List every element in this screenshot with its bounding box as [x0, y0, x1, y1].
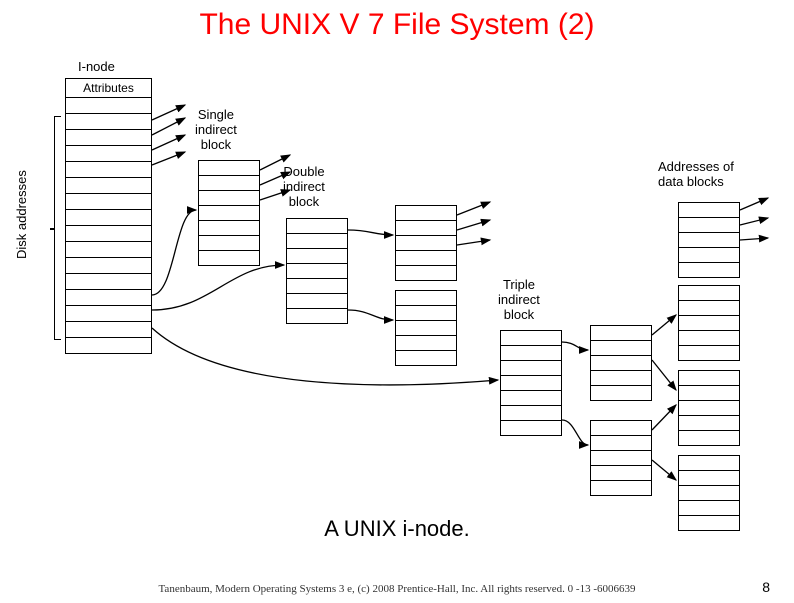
data-block-1 — [678, 202, 740, 278]
slide-caption: A UNIX i-node. — [0, 516, 794, 542]
inode-diagram: I-node Single indirect block Double indi… — [0, 60, 794, 510]
double-stage2-b — [395, 290, 457, 366]
double-indirect-block — [286, 218, 348, 324]
label-inode: I-node — [78, 60, 115, 75]
inode-block: Attributes — [65, 78, 152, 354]
disk-addresses-brace — [54, 116, 61, 340]
triple-stage2-a — [590, 325, 652, 401]
triple-stage2-b — [590, 420, 652, 496]
label-triple-indirect: Triple indirect block — [498, 278, 540, 323]
single-indirect-block — [198, 160, 260, 266]
attributes-row: Attributes — [66, 79, 151, 98]
page-number: 8 — [762, 579, 770, 595]
data-block-2 — [678, 285, 740, 361]
slide-title: The UNIX V 7 File System (2) — [0, 8, 794, 42]
double-stage2-a — [395, 205, 457, 281]
label-disk-addresses: Disk addresses — [14, 150, 29, 280]
label-single-indirect: Single indirect block — [195, 108, 237, 153]
slide-footer: Tanenbaum, Modern Operating Systems 3 e,… — [0, 583, 794, 595]
label-addresses-data-blocks: Addresses of data blocks — [658, 160, 734, 190]
triple-indirect-block — [500, 330, 562, 436]
data-block-3 — [678, 370, 740, 446]
label-double-indirect: Double indirect block — [283, 165, 325, 210]
